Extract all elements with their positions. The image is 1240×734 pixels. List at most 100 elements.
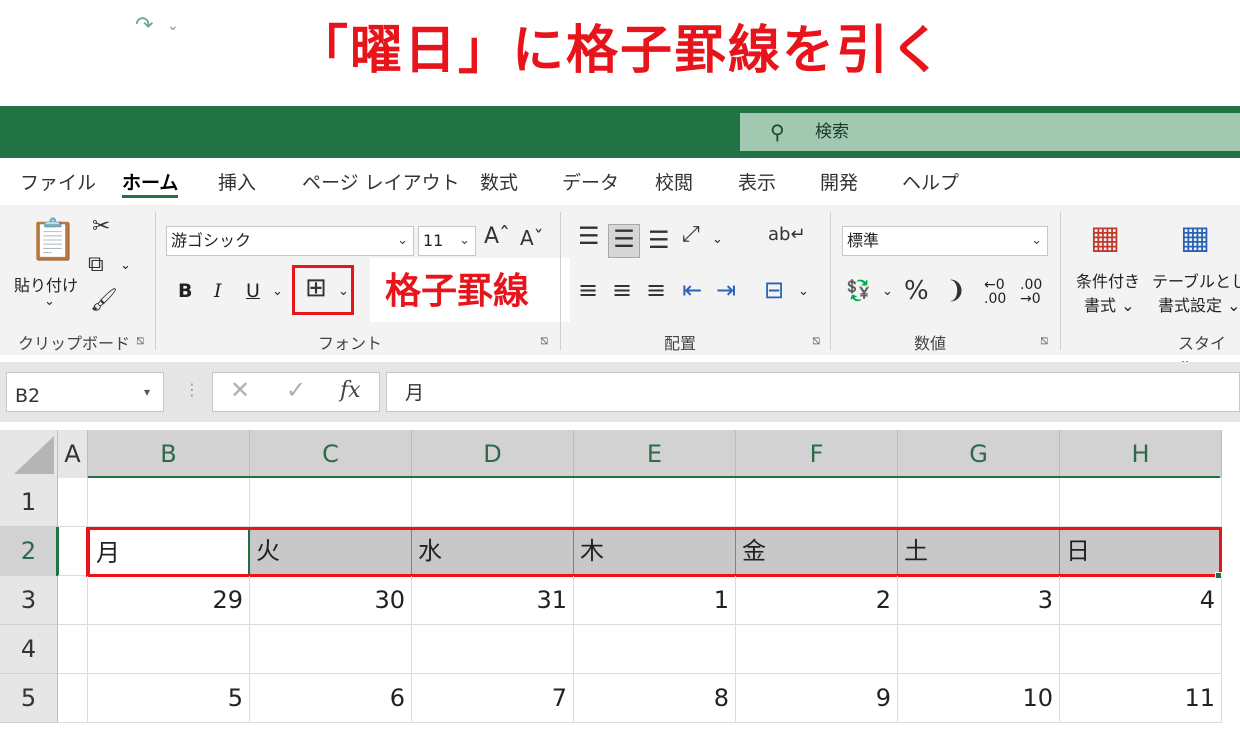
decrease-decimal-icon[interactable]: .00 →0: [1020, 278, 1042, 306]
currency-dropdown-icon[interactable]: ⌄: [882, 284, 893, 299]
undo-icon[interactable]: ↶: [75, 0, 93, 52]
cell-date[interactable]: 9: [736, 674, 898, 723]
merge-center-icon[interactable]: ⊟: [764, 276, 784, 304]
column-header-b[interactable]: B: [88, 430, 250, 478]
bold-button[interactable]: B: [178, 280, 192, 302]
paste-icon[interactable]: 📋: [28, 216, 78, 263]
align-center-icon[interactable]: ≡: [612, 276, 632, 304]
increase-indent-icon[interactable]: ⇥: [716, 276, 736, 304]
conditional-format-label-1[interactable]: 条件付き: [1076, 268, 1140, 292]
number-format-select[interactable]: 標準 ⌄: [842, 226, 1048, 256]
merge-dropdown-icon[interactable]: ⌄: [798, 284, 809, 299]
underline-button[interactable]: U: [246, 280, 260, 302]
copy-icon[interactable]: ⧉: [88, 252, 104, 277]
cell-date[interactable]: 29: [88, 576, 250, 625]
cell[interactable]: [250, 625, 412, 674]
format-painter-icon[interactable]: 🖌: [90, 288, 118, 313]
cell-date[interactable]: 5: [88, 674, 250, 723]
increase-font-icon[interactable]: Aˆ: [484, 224, 510, 249]
redo-icon[interactable]: ↷: [135, 0, 153, 52]
tab-insert[interactable]: 挿入: [218, 168, 256, 198]
cell[interactable]: [898, 625, 1060, 674]
align-bottom-icon[interactable]: ☰: [648, 226, 670, 254]
cell[interactable]: [574, 478, 736, 527]
cut-icon[interactable]: ✂: [92, 214, 110, 239]
cell-date[interactable]: 4: [1060, 576, 1222, 625]
align-left-icon[interactable]: ≡: [578, 276, 598, 304]
format-as-table-icon[interactable]: ▦: [1180, 218, 1210, 256]
row-header-4[interactable]: 4: [0, 625, 58, 674]
cell-date[interactable]: 7: [412, 674, 574, 723]
column-header-h[interactable]: H: [1060, 430, 1222, 478]
insert-function-button[interactable]: fx: [340, 378, 361, 403]
tab-developer[interactable]: 開発: [820, 168, 858, 198]
underline-dropdown-icon[interactable]: ⌄: [272, 284, 283, 299]
orientation-icon[interactable]: ⤢: [682, 222, 700, 247]
tab-data[interactable]: データ: [562, 168, 619, 198]
format-as-table-label-1[interactable]: テーブルとし: [1152, 268, 1240, 292]
conditional-format-icon[interactable]: ▦: [1090, 218, 1120, 256]
cell[interactable]: [574, 625, 736, 674]
name-box-dropdown-icon[interactable]: ▾: [144, 372, 150, 412]
cell-date[interactable]: 8: [574, 674, 736, 723]
cell[interactable]: [58, 527, 88, 576]
currency-icon[interactable]: 💱: [846, 278, 871, 302]
number-launcher-icon[interactable]: ⧅: [1040, 333, 1048, 348]
cell[interactable]: [736, 625, 898, 674]
column-header-f[interactable]: F: [736, 430, 898, 478]
cell[interactable]: [58, 625, 88, 674]
align-right-icon[interactable]: ≡: [646, 276, 666, 304]
orientation-dropdown-icon[interactable]: ⌄: [712, 232, 723, 247]
conditional-format-label-2[interactable]: 書式 ⌄: [1084, 292, 1135, 316]
alignment-launcher-icon[interactable]: ⧅: [812, 333, 820, 348]
font-size-select[interactable]: 11 ⌄: [418, 226, 476, 256]
cell[interactable]: [412, 625, 574, 674]
align-top-icon[interactable]: ☰: [578, 222, 600, 250]
increase-decimal-icon[interactable]: ←0.00: [984, 278, 1006, 306]
tab-help[interactable]: ヘルプ: [902, 168, 959, 198]
wrap-text-icon[interactable]: ab↵: [768, 224, 806, 245]
clipboard-launcher-icon[interactable]: ⧅: [136, 333, 144, 348]
row-header-3[interactable]: 3: [0, 576, 58, 625]
tab-review[interactable]: 校閲: [655, 168, 693, 198]
font-name-select[interactable]: 游ゴシック ⌄: [166, 226, 414, 256]
decrease-indent-icon[interactable]: ⇤: [682, 276, 702, 304]
column-header-d[interactable]: D: [412, 430, 574, 478]
copy-dropdown-icon[interactable]: ⌄: [120, 258, 131, 273]
cell-date[interactable]: 2: [736, 576, 898, 625]
cell-date[interactable]: 30: [250, 576, 412, 625]
format-as-table-label-2[interactable]: 書式設定 ⌄: [1158, 292, 1240, 316]
paste-label[interactable]: 貼り付け: [14, 272, 78, 296]
cell-date[interactable]: 10: [898, 674, 1060, 723]
decrease-font-icon[interactable]: Aˇ: [520, 226, 544, 250]
row-header-1[interactable]: 1: [0, 478, 58, 527]
tab-home[interactable]: ホーム: [122, 168, 178, 198]
row-header-2[interactable]: 2: [0, 527, 58, 576]
formula-input[interactable]: 月: [386, 372, 1240, 412]
cell[interactable]: [736, 478, 898, 527]
undo-dropdown-icon[interactable]: ⌄: [105, 0, 117, 52]
cancel-icon[interactable]: ✕: [230, 376, 250, 404]
column-header-g[interactable]: G: [898, 430, 1060, 478]
tab-file[interactable]: ファイル: [20, 168, 96, 198]
cell[interactable]: [412, 478, 574, 527]
cell-date[interactable]: 3: [898, 576, 1060, 625]
cell[interactable]: [898, 478, 1060, 527]
cell-date[interactable]: 31: [412, 576, 574, 625]
tab-formulas[interactable]: 数式: [480, 168, 518, 198]
cell[interactable]: [88, 478, 250, 527]
cell[interactable]: [58, 674, 88, 723]
percent-button[interactable]: %: [904, 276, 929, 306]
italic-button[interactable]: I: [214, 280, 222, 302]
align-middle-icon[interactable]: ☰: [608, 224, 640, 258]
customize-qat-icon[interactable]: ⩡: [198, 0, 207, 52]
cell-date[interactable]: 1: [574, 576, 736, 625]
column-header-c[interactable]: C: [250, 430, 412, 478]
cell[interactable]: [58, 576, 88, 625]
cell[interactable]: [58, 478, 88, 527]
column-header-a[interactable]: A: [58, 430, 88, 478]
name-box[interactable]: B2: [6, 372, 164, 412]
cell-date[interactable]: 11: [1060, 674, 1222, 723]
touch-mode-icon[interactable]: ⇱: [32, 0, 50, 52]
font-launcher-icon[interactable]: ⧅: [540, 333, 548, 348]
